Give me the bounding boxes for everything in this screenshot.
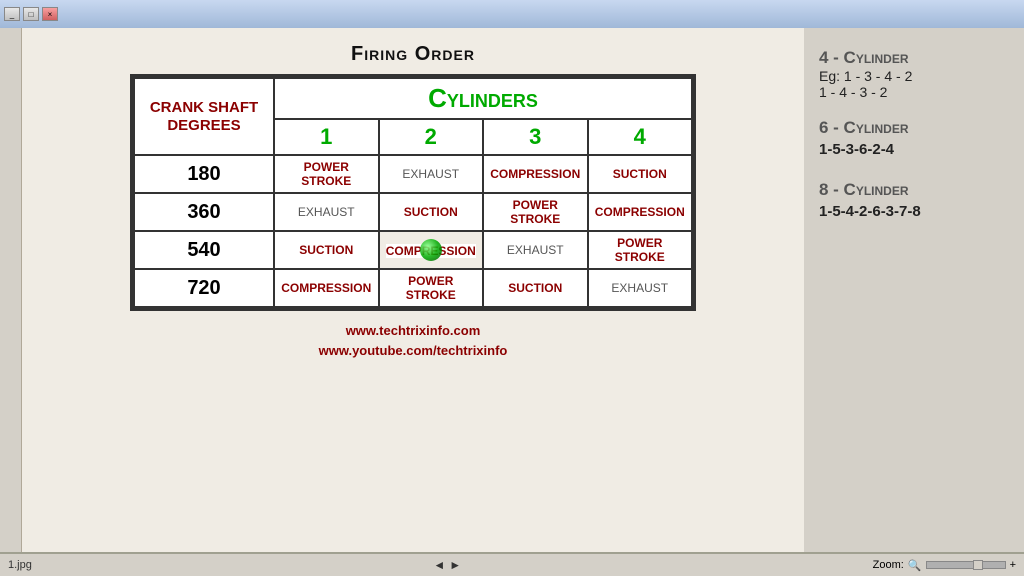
- cell-360-3: PowerStroke: [483, 193, 588, 231]
- zoom-control: Zoom: 🔍 +: [873, 559, 1016, 572]
- four-cyl-eg2: 1 - 4 - 3 - 2: [819, 84, 1009, 100]
- content-area: Firing Order CRANK SHAFT DEGREES Cylinde…: [22, 28, 804, 552]
- next-btn[interactable]: ►: [449, 558, 461, 572]
- website-links: www.techtrixinfo.com www.youtube.com/tec…: [319, 321, 508, 360]
- zoom-handle[interactable]: [973, 560, 983, 570]
- cell-180-3: Compression: [483, 155, 588, 193]
- cyl-3-num: 3: [483, 119, 588, 155]
- crankshaft-header: CRANK SHAFT DEGREES: [134, 78, 274, 155]
- firing-order-table: CRANK SHAFT DEGREES Cylinders 1 2 3 4 18…: [130, 74, 696, 311]
- cell-540-4: PowerStroke: [588, 231, 693, 269]
- four-cyl-label: 4 - Cylinder: [819, 48, 1009, 68]
- cell-180-4: Suction: [588, 155, 693, 193]
- filename: 1.jpg: [8, 559, 32, 571]
- maximize-btn[interactable]: □: [23, 7, 39, 21]
- cell-540-1: Suction: [274, 231, 379, 269]
- cell-720-2: PowerStroke: [379, 269, 484, 307]
- eight-cylinder-section: 8 - Cylinder 1-5-4-2-6-3-7-8: [819, 180, 1009, 224]
- degree-180: 180: [134, 155, 274, 193]
- window: _ □ × Firing Order CRANK SHAFT DEGREES C…: [0, 0, 1024, 576]
- degree-720: 720: [134, 269, 274, 307]
- four-cylinder-section: 4 - Cylinder Eg: 1 - 3 - 4 - 2 1 - 4 - 3…: [819, 48, 1009, 100]
- eight-cyl-label: 8 - Cylinder: [819, 180, 1009, 200]
- cell-180-2: Exhaust: [379, 155, 484, 193]
- eight-cyl-order: 1-5-4-2-6-3-7-8: [819, 200, 1009, 224]
- cell-360-2: Suction: [379, 193, 484, 231]
- cell-360-1: Exhaust: [274, 193, 379, 231]
- cell-720-3: Suction: [483, 269, 588, 307]
- zoom-plus-icon[interactable]: +: [1010, 559, 1016, 571]
- left-nav: [0, 28, 22, 552]
- cyl-1-num: 1: [274, 119, 379, 155]
- bottom-bar: 1.jpg ◄ ► Zoom: 🔍 +: [0, 552, 1024, 576]
- degree-360: 360: [134, 193, 274, 231]
- cyl-4-num: 4: [588, 119, 693, 155]
- zoom-minus-icon[interactable]: 🔍: [908, 559, 922, 572]
- cylinders-header: Cylinders: [274, 78, 692, 119]
- nav-buttons: ◄ ►: [433, 558, 461, 572]
- zoom-slider[interactable]: [926, 561, 1006, 569]
- cyl-2-num: 2: [379, 119, 484, 155]
- cell-360-4: Compression: [588, 193, 693, 231]
- right-panel: 4 - Cylinder Eg: 1 - 3 - 4 - 2 1 - 4 - 3…: [804, 28, 1024, 552]
- degree-540: 540: [134, 231, 274, 269]
- cell-540-2: Compression: [379, 231, 484, 269]
- title-bar: _ □ ×: [0, 0, 1024, 28]
- close-btn[interactable]: ×: [42, 7, 58, 21]
- website2: www.youtube.com/techtrixinfo: [319, 341, 508, 361]
- six-cyl-order: 1-5-3-6-2-4: [819, 138, 1009, 162]
- prev-btn[interactable]: ◄: [433, 558, 445, 572]
- website1: www.techtrixinfo.com: [319, 321, 508, 341]
- six-cyl-label: 6 - Cylinder: [819, 118, 1009, 138]
- four-cyl-eg: Eg: 1 - 3 - 4 - 2: [819, 68, 1009, 84]
- six-cylinder-section: 6 - Cylinder 1-5-3-6-2-4: [819, 118, 1009, 162]
- cell-540-3: Exhaust: [483, 231, 588, 269]
- cell-720-1: Compression: [274, 269, 379, 307]
- minimize-btn[interactable]: _: [4, 7, 20, 21]
- cell-180-1: PowerStroke: [274, 155, 379, 193]
- cell-720-4: Exhaust: [588, 269, 693, 307]
- zoom-label: Zoom:: [873, 559, 904, 571]
- page-title: Firing Order: [351, 43, 475, 66]
